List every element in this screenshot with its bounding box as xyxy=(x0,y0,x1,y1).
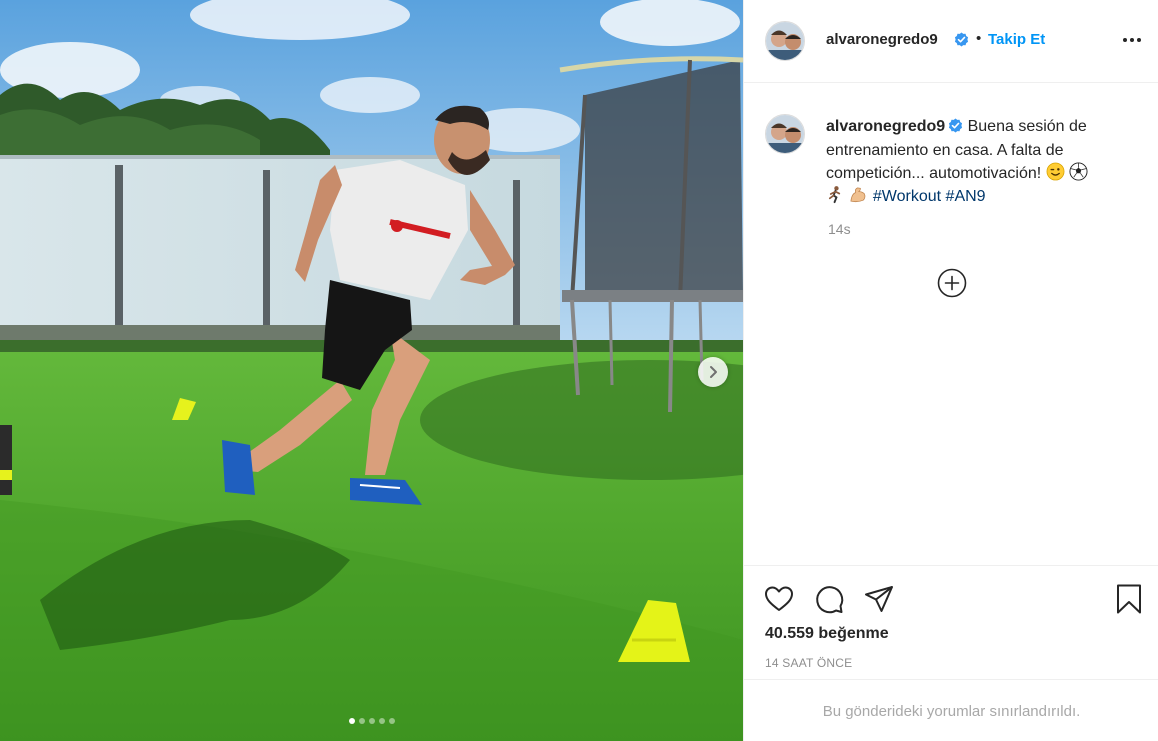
winking-face-icon xyxy=(1046,162,1065,181)
post-actions: 40.559 beğenme 14 SAAT ÖNCE Bu gönderide… xyxy=(744,565,1158,741)
send-icon[interactable] xyxy=(863,583,895,615)
carousel-dot xyxy=(378,718,385,724)
post-caption: alvaronegredo9 Buena sesión de entrenami… xyxy=(826,116,1136,208)
username-link[interactable]: alvaronegredo9 xyxy=(826,31,938,48)
bookmark-icon[interactable] xyxy=(1113,583,1145,615)
avatar[interactable] xyxy=(765,21,805,61)
comment-icon[interactable] xyxy=(813,583,845,615)
soccer-ball-icon xyxy=(1069,162,1088,181)
carousel-dot xyxy=(368,718,375,724)
post-sidebar: alvaronegredo9 • Takip Et alvaronegredo9… xyxy=(743,0,1158,741)
caption-username-link[interactable]: alvaronegredo9 xyxy=(826,118,945,135)
post-timestamp[interactable]: 14 SAAT ÖNCE xyxy=(765,656,852,670)
hashtag-link[interactable]: #AN9 xyxy=(946,188,986,205)
separator-dot: • xyxy=(976,30,982,47)
avatar-image xyxy=(766,22,804,60)
carousel-next-button[interactable] xyxy=(698,357,728,387)
post-photo[interactable] xyxy=(0,0,743,741)
caption-timestamp[interactable]: 14s xyxy=(828,221,851,237)
caption-avatar[interactable] xyxy=(765,114,805,154)
carousel-dot xyxy=(388,718,395,724)
more-options-icon[interactable] xyxy=(1120,30,1144,50)
likes-label: beğenme xyxy=(818,625,889,642)
post-header: alvaronegredo9 • Takip Et xyxy=(744,0,1158,83)
person-running-icon xyxy=(828,186,841,204)
chevron-right-icon xyxy=(710,366,717,378)
carousel-indicator xyxy=(0,718,743,724)
likes-number: 40.559 xyxy=(765,625,814,642)
photo-scene xyxy=(0,0,743,741)
follow-button[interactable]: Takip Et xyxy=(988,31,1045,48)
plus-circle-icon[interactable] xyxy=(936,267,968,299)
verified-badge-icon xyxy=(954,32,969,52)
comments-limited-notice: Bu gönderideki yorumlar sınırlandırıldı. xyxy=(744,679,1158,741)
carousel-dot xyxy=(348,718,355,724)
avatar-image xyxy=(766,115,804,153)
verified-badge-icon xyxy=(948,118,963,140)
hashtag-link[interactable]: #Workout xyxy=(873,188,941,205)
flexed-biceps-icon xyxy=(850,187,866,203)
carousel-dot xyxy=(358,718,365,724)
likes-count[interactable]: 40.559 beğenme xyxy=(765,625,889,643)
heart-icon[interactable] xyxy=(763,583,795,615)
